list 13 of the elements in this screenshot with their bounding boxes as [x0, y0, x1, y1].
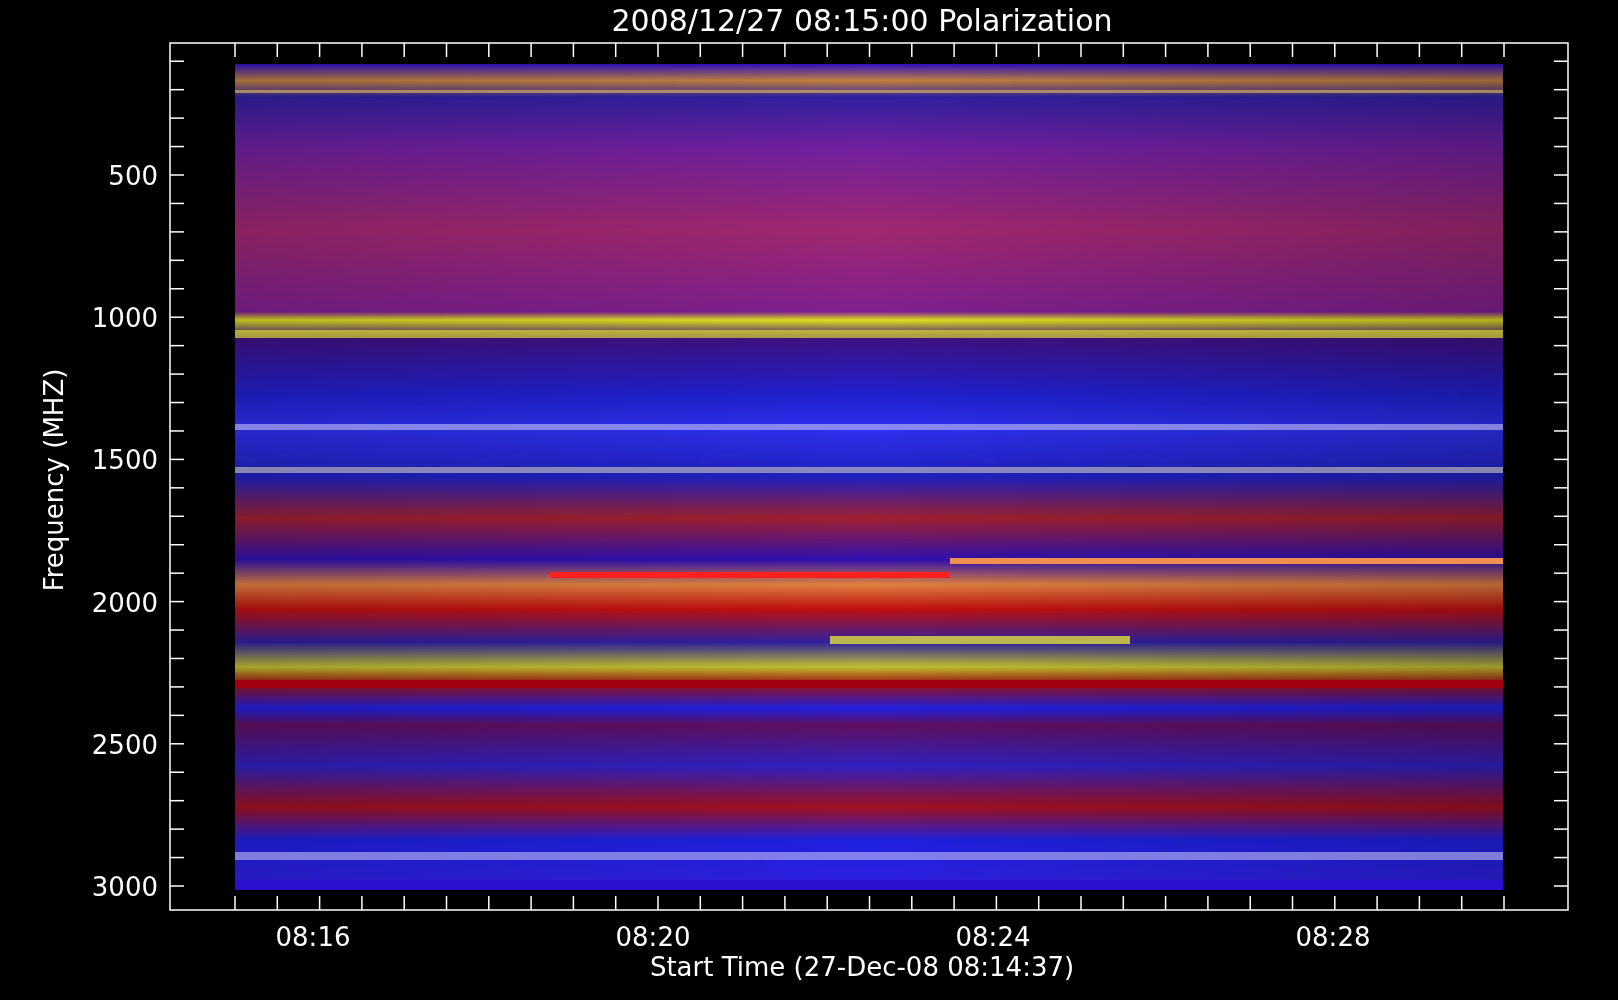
x-tick-label: 08:16 [275, 922, 351, 952]
x-tick-label: 08:28 [1295, 922, 1371, 952]
chart-title: 2008/12/27 08:15:00 Polarization [611, 3, 1113, 38]
y-axis-label: Frequency (MHZ) [39, 368, 69, 592]
y-tick-label: 1000 [91, 303, 158, 334]
y-tick-label: 3000 [91, 872, 158, 902]
y-tick-label: 500 [108, 161, 158, 191]
y-tick-label: 2000 [91, 587, 158, 618]
y-tick-label: 1500 [91, 445, 158, 476]
x-axis-label: Start Time (27-Dec-08 08:14:37) [649, 952, 1075, 982]
x-tick-label: 08:24 [955, 922, 1031, 952]
x-tick-label: 08:20 [615, 922, 691, 952]
y-tick-label: 2500 [91, 729, 158, 760]
